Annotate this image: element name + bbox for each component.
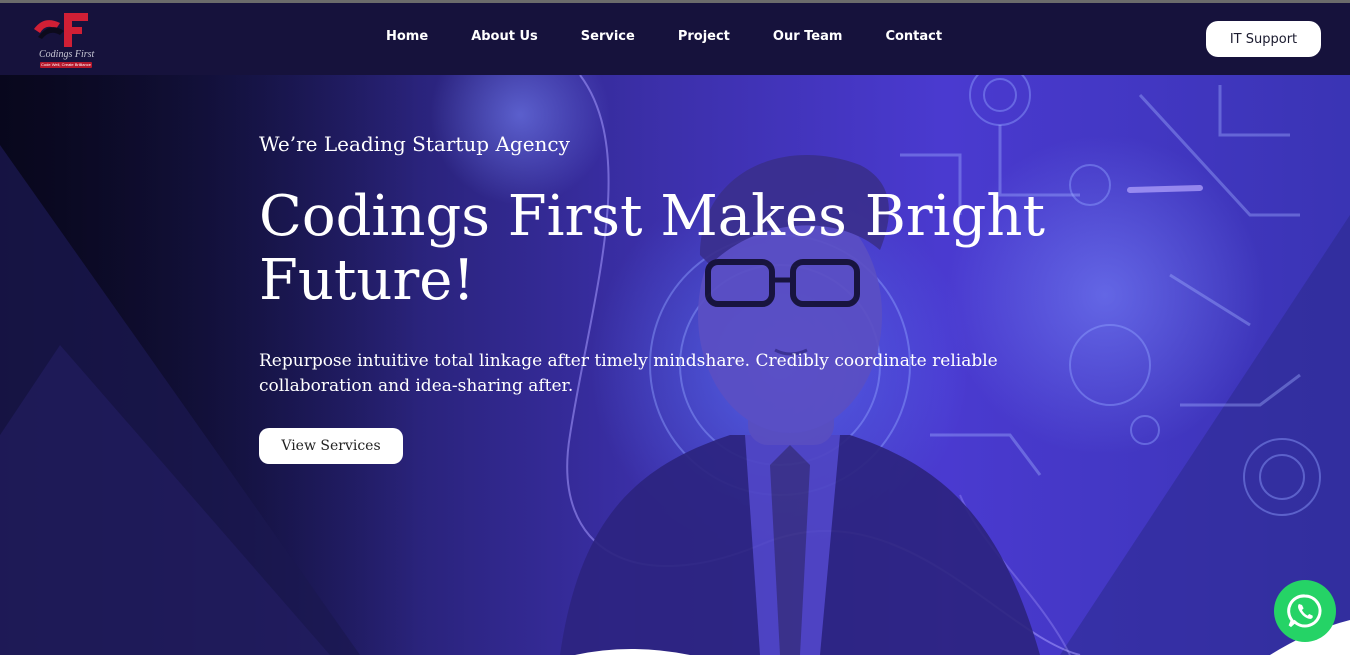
view-services-button[interactable]: View Services xyxy=(259,428,403,464)
whatsapp-icon xyxy=(1287,594,1322,628)
whatsapp-chat-button[interactable] xyxy=(1274,580,1336,642)
hero-kicker: We’re Leading Startup Agency xyxy=(259,132,570,156)
logo-wordmark: Codings First xyxy=(39,49,95,60)
hero-description: Repurpose intuitive total linkage after … xyxy=(259,351,998,396)
nav-link-service[interactable]: Service xyxy=(581,29,635,44)
nav-link-contact[interactable]: Contact xyxy=(885,29,942,44)
nav-link-project[interactable]: Project xyxy=(678,29,730,44)
brand-logo[interactable]: Codings First Code Well, Create Brillian… xyxy=(30,9,96,71)
hero-section: We’re Leading Startup Agency Codings Fir… xyxy=(0,75,1350,655)
navbar: Codings First Code Well, Create Brillian… xyxy=(0,3,1350,75)
logo-tagline: Code Well, Create Brilliance xyxy=(40,62,92,68)
it-support-button[interactable]: IT Support xyxy=(1206,21,1321,57)
nav-link-our-team[interactable]: Our Team xyxy=(773,29,843,44)
nav-link-about-us[interactable]: About Us xyxy=(471,29,538,44)
nav-link-home[interactable]: Home xyxy=(386,29,428,44)
logo-emblem xyxy=(34,13,88,47)
hero-headline: Codings First Makes Bright Future! xyxy=(259,184,1045,313)
main-navigation: Home About Us Service Project Our Team C… xyxy=(386,29,942,44)
page: Codings First Code Well, Create Brillian… xyxy=(0,0,1350,655)
